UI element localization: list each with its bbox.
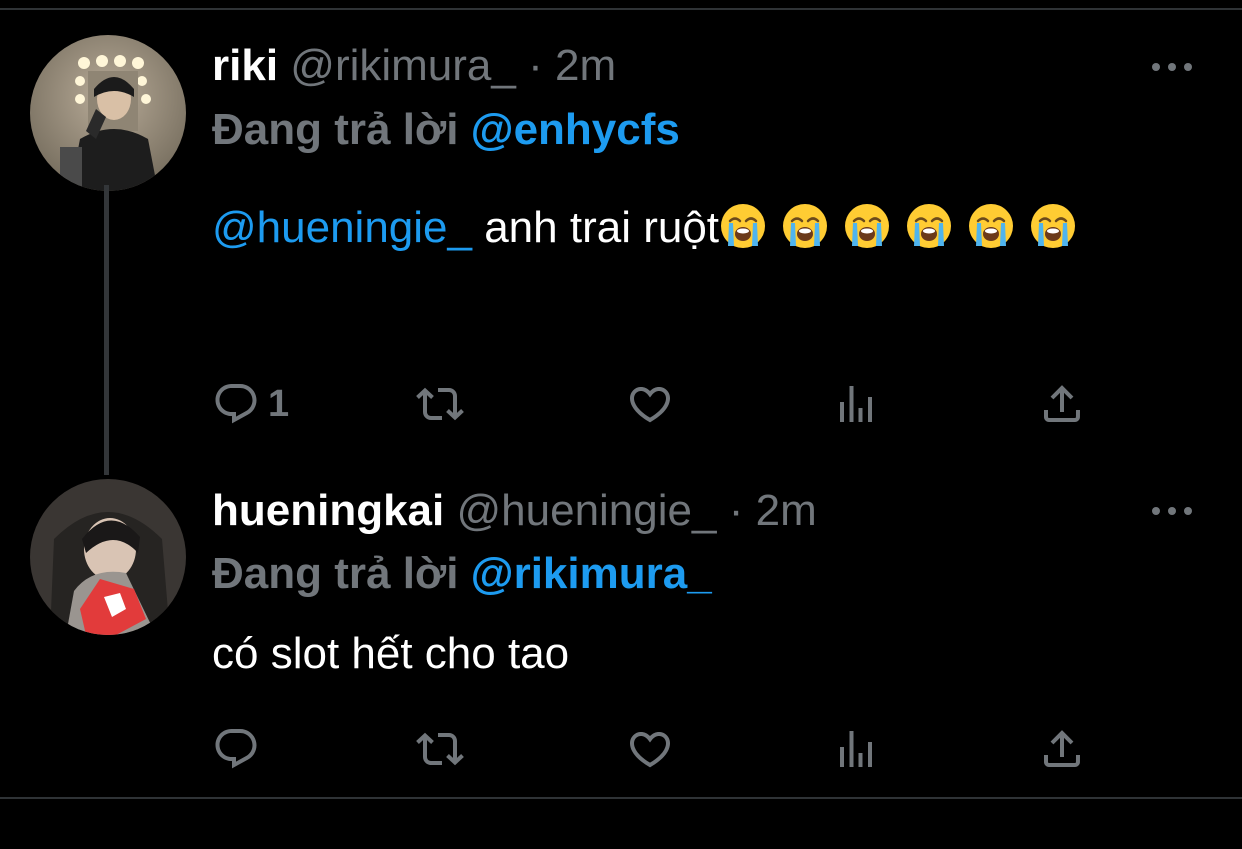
tweet-hueningkai[interactable]: hueningkai @hueningie_ · 2m Đang trả lời… <box>0 470 1242 797</box>
emoji-group <box>719 203 1091 252</box>
loudly-crying-face-emoji <box>969 204 1014 248</box>
more-icon[interactable] <box>1152 57 1192 77</box>
tweet-header: hueningkai @hueningie_ · 2m <box>212 483 817 539</box>
replying-prefix: Đang trả lời <box>212 105 459 154</box>
replying-to-line: Đang trả lời @enhycfs <box>212 102 680 158</box>
reply-icon <box>215 384 257 424</box>
bottom-divider <box>0 797 1242 799</box>
separator-dot: · <box>528 41 543 90</box>
views-button[interactable] <box>832 725 880 773</box>
timestamp[interactable]: 2m <box>555 41 616 90</box>
like-button[interactable] <box>626 725 674 773</box>
replying-to-mention[interactable]: @rikimura_ <box>471 549 712 598</box>
thread-connector-line <box>104 185 109 475</box>
reply-icon <box>215 729 257 769</box>
heart-icon <box>629 387 671 423</box>
retweet-button[interactable] <box>416 725 464 773</box>
tweet-header: riki @rikimura_ · 2m <box>212 38 616 94</box>
views-button[interactable] <box>832 380 880 428</box>
retweet-icon <box>416 387 464 421</box>
retweet-icon <box>416 732 464 766</box>
loudly-crying-face-emoji <box>721 204 766 248</box>
body-text: anh trai ruột <box>471 203 720 252</box>
replying-to-line: Đang trả lời @rikimura_ <box>212 546 712 602</box>
action-bar: 1 <box>212 380 1092 428</box>
share-button[interactable] <box>1038 380 1086 428</box>
action-bar <box>212 725 1092 773</box>
body-mention[interactable]: @hueningie_ <box>212 203 472 252</box>
avatar[interactable] <box>30 35 186 191</box>
retweet-button[interactable] <box>416 380 464 428</box>
tweet-text: @hueningie_ anh trai ruột <box>212 190 1202 266</box>
reply-count: 1 <box>268 382 290 425</box>
reply-button[interactable]: 1 <box>212 380 289 428</box>
tweet-text: có slot hết cho tao <box>212 616 1202 692</box>
replying-prefix: Đang trả lời <box>212 549 459 598</box>
loudly-crying-face-emoji <box>783 204 828 248</box>
separator-dot: · <box>728 486 744 535</box>
tweet-riki[interactable]: riki @rikimura_ · 2m Đang trả lời @enhyc… <box>0 10 1242 470</box>
reply-button[interactable] <box>212 725 260 773</box>
user-handle[interactable]: @rikimura_ <box>290 41 516 90</box>
views-icon <box>840 386 872 422</box>
heart-icon <box>629 732 671 768</box>
views-icon <box>840 731 872 767</box>
more-icon[interactable] <box>1152 501 1192 521</box>
share-icon <box>1044 385 1080 422</box>
share-icon <box>1044 730 1080 767</box>
replying-to-mention[interactable]: @enhycfs <box>471 105 680 154</box>
loudly-crying-face-emoji <box>845 204 890 248</box>
user-handle[interactable]: @hueningie_ <box>456 486 716 535</box>
avatar[interactable] <box>30 479 186 635</box>
timestamp[interactable]: 2m <box>756 486 817 535</box>
body-text: có slot hết cho tao <box>212 629 570 678</box>
like-button[interactable] <box>626 380 674 428</box>
loudly-crying-face-emoji <box>1031 204 1076 248</box>
share-button[interactable] <box>1038 725 1086 773</box>
display-name[interactable]: hueningkai <box>212 486 444 535</box>
loudly-crying-face-emoji <box>907 204 952 248</box>
display-name[interactable]: riki <box>212 41 278 90</box>
